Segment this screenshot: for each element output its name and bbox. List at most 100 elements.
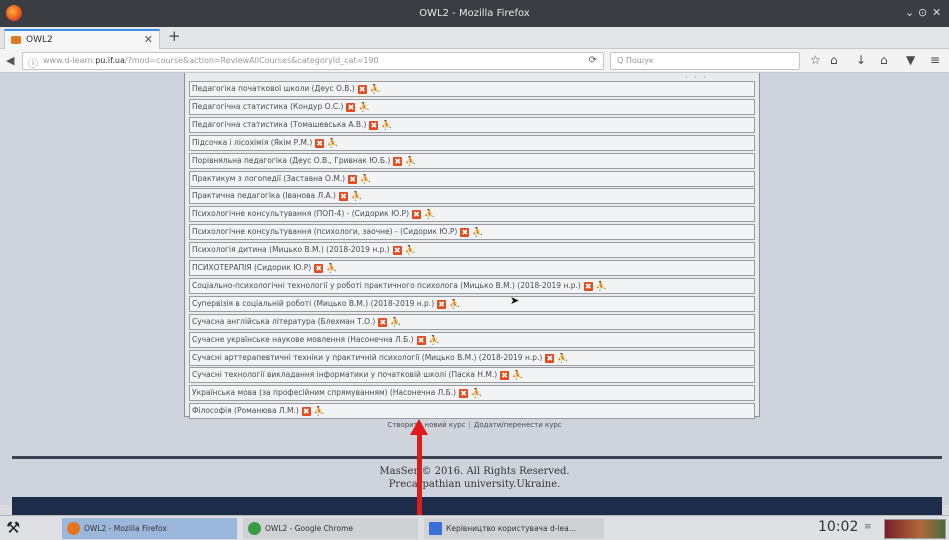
desktop-thumbnail[interactable] [884, 519, 946, 539]
course-users-icon[interactable]: ⛹ [390, 316, 401, 329]
delete-course-icon[interactable]: ✖ [369, 120, 379, 130]
add-move-course-link[interactable]: Додати/перенести курс [474, 421, 562, 429]
delete-course-icon[interactable]: ✖ [378, 317, 388, 327]
delete-course-icon[interactable]: ✖ [314, 264, 324, 273]
course-users-icon[interactable]: ⛹ [326, 262, 337, 275]
page-footer: MasSer © 2016. All Rights Reserved. Prec… [0, 465, 949, 491]
course-link[interactable]: Психологія дитина (Мицько В.М.) (2018-20… [192, 245, 390, 254]
pocket-icon[interactable]: ▼ [906, 53, 915, 67]
course-link[interactable]: Сучасне українське наукове мовлення (Нас… [192, 335, 414, 344]
delete-course-icon[interactable]: ✖ [338, 192, 348, 202]
course-link[interactable]: Підсочка і лісохімія (Якім Р.М.) [192, 138, 312, 147]
back-button[interactable]: ◀ [6, 54, 14, 67]
course-link[interactable]: Практична педагогіка (Іванова Л.А.) [192, 191, 336, 200]
course-link[interactable]: Сучасні арттерапевтичні техніки у практи… [192, 353, 542, 362]
close-window-icon[interactable]: ✕ [932, 6, 941, 19]
window-titlebar: OWL2 - Mozilla Firefox ⌄ ⊙ ✕ [0, 0, 949, 27]
course-row: Соціально-психологічні технології у робо… [189, 277, 755, 294]
clock-menu-icon[interactable]: ≡ [864, 522, 872, 532]
library-icon[interactable]: ⌂ [830, 53, 838, 67]
course-users-icon[interactable]: ⛹ [327, 137, 338, 150]
course-link[interactable]: Філософія (Романюва Л.М.) [192, 406, 299, 415]
delete-course-icon[interactable]: ✖ [437, 299, 447, 309]
course-link[interactable]: Психологічне консультування (ПОП-4) - (С… [192, 209, 409, 218]
window-title: OWL2 - Mozilla Firefox [419, 8, 530, 19]
tab-owl2[interactable]: OWL2 ✕ [4, 29, 160, 49]
delete-course-icon[interactable]: ✖ [392, 246, 402, 256]
delete-course-icon[interactable]: ✖ [583, 281, 593, 291]
course-row: Педагогічна статистика (Томашевська А.В.… [189, 116, 755, 133]
course-users-icon[interactable]: ⛹ [381, 119, 392, 132]
menu-icon[interactable]: ≡ [930, 53, 940, 67]
download-icon[interactable]: ↓ [856, 53, 866, 67]
maximize-icon[interactable]: ⊙ [918, 6, 927, 19]
course-link[interactable]: Порівняльна педагогіка (Деус О.В., Гривн… [192, 156, 390, 165]
taskbar-item-firefox[interactable]: OWL2 - Mozilla Firefox [62, 518, 237, 539]
course-link[interactable]: ПСИХОТЕРАПІЯ (Сидорик Ю.Р) [192, 263, 311, 272]
delete-course-icon[interactable]: ✖ [393, 156, 403, 166]
bookmark-star-icon[interactable]: ☆ [810, 53, 821, 67]
course-users-icon[interactable]: ⛹ [351, 190, 362, 203]
reload-icon[interactable]: ⟳ [589, 55, 597, 66]
home-icon[interactable]: ⌂ [880, 53, 888, 67]
course-users-icon[interactable]: ⛹ [449, 298, 460, 311]
search-input[interactable]: Q Пошук [610, 52, 800, 70]
tab-label: OWL2 [26, 35, 53, 45]
site-info-icon[interactable]: ⓘ [28, 55, 38, 70]
footer-bar [12, 497, 942, 515]
course-link[interactable]: Педагогічна статистика (Кондур О.С.) [192, 102, 343, 111]
link-separator: | [468, 421, 471, 429]
course-users-icon[interactable]: ⛹ [314, 405, 325, 418]
delete-course-icon[interactable]: ✖ [412, 210, 422, 220]
close-tab-icon[interactable]: ✕ [144, 33, 153, 46]
taskbar-item-document[interactable]: Керівництво користувача d-lea... [424, 518, 604, 539]
course-users-icon[interactable]: ⛹ [405, 155, 416, 168]
course-link[interactable]: Психологічне консультування (психологи, … [192, 227, 457, 236]
course-row: Педагогіка початкової школи (Деус О.В.) ✖… [189, 81, 755, 97]
delete-course-icon[interactable]: ✖ [346, 102, 356, 112]
course-list-panel: · · · Педагогіка початкової школи (Деус … [184, 73, 760, 420]
footer-divider [12, 456, 942, 459]
delete-course-icon[interactable]: ✖ [545, 353, 555, 363]
clock[interactable]: 10:02 [818, 519, 858, 535]
course-users-icon[interactable]: ⛹ [512, 369, 523, 382]
delete-course-icon[interactable]: ✖ [460, 228, 470, 238]
course-users-icon[interactable]: ⛹ [424, 208, 435, 221]
course-link[interactable]: Педагогіка початкової школи (Деус О.В.) [192, 84, 355, 93]
course-users-icon[interactable]: ⛹ [370, 83, 381, 96]
taskbar-item-chrome[interactable]: OWL2 - Google Chrome [243, 518, 418, 539]
course-users-icon[interactable]: ⛹ [360, 173, 371, 186]
page-content: · · · Педагогіка початкової школи (Деус … [0, 73, 949, 515]
course-users-icon[interactable]: ⛹ [472, 226, 483, 239]
delete-course-icon[interactable]: ✖ [357, 85, 367, 94]
new-tab-button[interactable]: + [168, 27, 181, 45]
course-row: ПСИХОТЕРАПІЯ (Сидорик Ю.Р) ✖ ⛹ [189, 260, 755, 276]
course-link[interactable]: Практикум з логопедії (Заставна О.М.) [192, 174, 345, 183]
delete-course-icon[interactable]: ✖ [301, 407, 311, 417]
copyright-text: MasSer © 2016. All Rights Reserved. [379, 466, 570, 477]
course-row: Психологічне консультування (ПОП-4) - (С… [189, 206, 755, 223]
course-link[interactable]: Соціально-психологічні технології у робо… [192, 281, 581, 290]
course-link[interactable]: Сучасні технології викладання інформатик… [192, 370, 497, 379]
taskbar: ⚒ OWL2 - Mozilla Firefox OWL2 - Google C… [0, 515, 949, 540]
minimize-icon[interactable]: ⌄ [905, 6, 914, 19]
url-bar[interactable]: ⓘ www.d-learn.pu.if.ua/?mod=course&actio… [22, 52, 604, 70]
course-users-icon[interactable]: ⛹ [429, 334, 440, 347]
course-actions: Створити новий курс | Додати/перенести кур… [0, 421, 949, 429]
course-users-icon[interactable]: ⛹ [405, 244, 416, 257]
delete-course-icon[interactable]: ✖ [416, 335, 426, 345]
course-link[interactable]: Педагогічна статистика (Томашевська А.В.… [192, 120, 366, 129]
course-row: Філософія (Романюва Л.М.) ✖ ⛹ [189, 403, 755, 420]
start-menu-icon[interactable]: ⚒ [6, 518, 20, 537]
delete-course-icon[interactable]: ✖ [459, 389, 469, 399]
course-link[interactable]: Українська мова (за професійним спрямува… [192, 388, 456, 397]
course-users-icon[interactable]: ⛹ [557, 352, 568, 365]
delete-course-icon[interactable]: ✖ [500, 371, 510, 381]
course-users-icon[interactable]: ⛹ [358, 101, 369, 114]
delete-course-icon[interactable]: ✖ [315, 138, 325, 148]
course-link[interactable]: Супервізія в соціальній роботі (Мицько В… [192, 299, 434, 308]
course-users-icon[interactable]: ⛹ [596, 280, 607, 293]
course-users-icon[interactable]: ⛹ [471, 387, 482, 400]
course-link[interactable]: Сучасна англійська література (Блехман Т… [192, 317, 375, 326]
delete-course-icon[interactable]: ✖ [348, 174, 358, 184]
